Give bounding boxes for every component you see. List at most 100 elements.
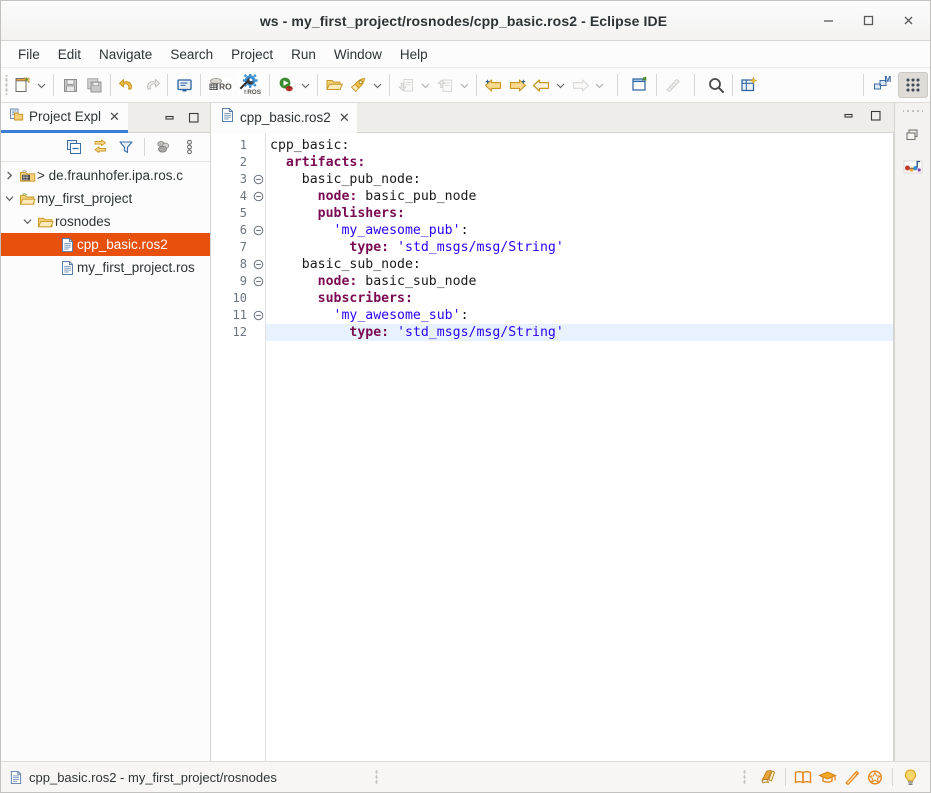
fold-collapse-icon[interactable] bbox=[251, 273, 265, 290]
chevron-down-icon[interactable] bbox=[457, 72, 472, 98]
book-icon[interactable] bbox=[791, 766, 815, 788]
grid-dots-icon[interactable] bbox=[898, 72, 928, 98]
back-star-arrow-icon[interactable] bbox=[481, 72, 505, 98]
code-line[interactable]: 'my_awesome_pub': bbox=[266, 222, 893, 239]
code-line[interactable]: basic_sub_node: bbox=[266, 256, 893, 273]
menu-navigate[interactable]: Navigate bbox=[90, 44, 161, 65]
minimize-icon[interactable] bbox=[842, 109, 855, 127]
close-icon[interactable]: ✕ bbox=[108, 109, 121, 125]
code-line[interactable]: subscribers: bbox=[266, 290, 893, 307]
chevron-down-icon[interactable] bbox=[370, 72, 385, 98]
save-icon[interactable] bbox=[58, 72, 82, 98]
chevron-down-icon[interactable] bbox=[592, 72, 607, 98]
menu-edit[interactable]: Edit bbox=[49, 44, 90, 65]
minimize-icon[interactable] bbox=[162, 111, 176, 125]
open-perspective-icon[interactable] bbox=[737, 72, 761, 98]
back-arrow-icon[interactable] bbox=[529, 72, 553, 98]
next-annotation-icon[interactable] bbox=[394, 72, 418, 98]
chevron-down-icon[interactable] bbox=[1, 193, 17, 204]
close-icon[interactable]: ✕ bbox=[339, 110, 350, 126]
toolbar-grip[interactable] bbox=[3, 75, 10, 95]
chevron-right-icon[interactable] bbox=[1, 170, 17, 181]
project-tree[interactable]: > de.fraunhofer.ipa.ros.c my_first_proje… bbox=[1, 162, 210, 751]
chevron-down-icon[interactable] bbox=[298, 72, 313, 98]
tree-item-cpp-basic-ros2[interactable]: cpp_basic.ros2 bbox=[1, 233, 210, 256]
console-icon[interactable] bbox=[172, 72, 196, 98]
save-all-icon[interactable] bbox=[82, 72, 106, 98]
help-circle-icon[interactable] bbox=[863, 766, 887, 788]
code-line[interactable]: cpp_basic: bbox=[266, 137, 893, 154]
file-icon bbox=[57, 237, 77, 253]
folding-ruler[interactable] bbox=[251, 133, 265, 761]
forward-arrow-icon[interactable] bbox=[568, 72, 592, 98]
debug-bug-icon[interactable] bbox=[274, 72, 298, 98]
menu-project[interactable]: Project bbox=[222, 44, 282, 65]
working-sets-icon[interactable] bbox=[150, 136, 176, 158]
code-line[interactable]: node: basic_pub_node bbox=[266, 188, 893, 205]
restore-view-icon[interactable] bbox=[900, 123, 926, 147]
redo-arrow-icon[interactable] bbox=[139, 72, 163, 98]
new-file-icon[interactable] bbox=[10, 72, 34, 98]
menu-help[interactable]: Help bbox=[391, 44, 437, 65]
link-editor-icon[interactable] bbox=[87, 136, 113, 158]
status-grip[interactable] bbox=[372, 769, 380, 785]
tree-item-my-first-project[interactable]: my_first_project bbox=[1, 187, 210, 210]
menu-run[interactable]: Run bbox=[282, 44, 325, 65]
source-page-icon[interactable] bbox=[756, 766, 780, 788]
chevron-down-icon[interactable] bbox=[418, 72, 433, 98]
tree-item-de-fraunhofer-ipa-ros[interactable]: > de.fraunhofer.ipa.ros.c bbox=[1, 164, 210, 187]
code-area[interactable]: cpp_basic: artifacts: basic_pub_node: no… bbox=[266, 133, 893, 761]
new-window-icon[interactable] bbox=[628, 72, 652, 98]
fold-collapse-icon[interactable] bbox=[251, 171, 265, 188]
menu-window[interactable]: Window bbox=[325, 44, 391, 65]
menu-search[interactable]: Search bbox=[161, 44, 222, 65]
search-icon[interactable] bbox=[704, 72, 728, 98]
chevron-down-icon[interactable] bbox=[553, 72, 568, 98]
window-minimize-button[interactable] bbox=[816, 9, 840, 33]
undo-arrow-icon[interactable] bbox=[115, 72, 139, 98]
tab-project-explorer[interactable]: Project Expl ✕ bbox=[1, 103, 128, 133]
previous-annotation-icon[interactable] bbox=[433, 72, 457, 98]
code-line[interactable]: publishers: bbox=[266, 205, 893, 222]
tab-cpp-basic-ros2[interactable]: cpp_basic.ros2 ✕ bbox=[211, 103, 357, 133]
menu-file[interactable]: File bbox=[9, 44, 49, 65]
ros-package-icon[interactable]: ROS bbox=[205, 72, 235, 98]
code-line[interactable]: type: 'std_msgs/msg/String' bbox=[266, 239, 893, 256]
code-line[interactable]: basic_pub_node: bbox=[266, 171, 893, 188]
view-menu-icon[interactable] bbox=[176, 136, 202, 158]
chevron-down-icon[interactable] bbox=[19, 216, 35, 227]
code-line[interactable]: node: basic_sub_node bbox=[266, 273, 893, 290]
code-line[interactable]: 'my_awesome_sub': bbox=[266, 307, 893, 324]
forward-star-arrow-icon[interactable] bbox=[505, 72, 529, 98]
maximize-icon[interactable] bbox=[869, 109, 882, 127]
project-explorer-hscrollbar[interactable] bbox=[1, 751, 210, 761]
ros-wrench-icon[interactable]: ROS bbox=[235, 72, 265, 98]
window-maximize-button[interactable] bbox=[856, 9, 880, 33]
magic-wand-icon[interactable] bbox=[839, 766, 863, 788]
tree-item-my-first-project-ros[interactable]: my_first_project.ros bbox=[1, 256, 210, 279]
code-line-highlighted[interactable]: type: 'std_msgs/msg/String' bbox=[266, 324, 893, 341]
maximize-icon[interactable] bbox=[186, 111, 200, 125]
ros-nodes-icon[interactable] bbox=[900, 155, 926, 179]
status-text: cpp_basic.ros2 - my_first_project/rosnod… bbox=[29, 769, 277, 785]
graduation-cap-icon[interactable] bbox=[815, 766, 839, 788]
right-fastview-bar bbox=[894, 103, 930, 761]
code-line[interactable]: artifacts: bbox=[266, 154, 893, 171]
tree-item-rosnodes[interactable]: rosnodes bbox=[1, 210, 210, 233]
fold-collapse-icon[interactable] bbox=[251, 222, 265, 239]
fold-collapse-icon[interactable] bbox=[251, 256, 265, 273]
window-close-button[interactable] bbox=[896, 9, 920, 33]
run-rocket-icon[interactable] bbox=[346, 72, 370, 98]
lightbulb-icon[interactable] bbox=[898, 766, 922, 788]
fold-collapse-icon[interactable] bbox=[251, 307, 265, 324]
fold-collapse-icon[interactable] bbox=[251, 188, 265, 205]
filter-funnel-icon[interactable] bbox=[113, 136, 139, 158]
status-grip[interactable] bbox=[741, 769, 748, 785]
chevron-down-icon[interactable] bbox=[34, 72, 49, 98]
modeling-m-icon[interactable]: M bbox=[868, 72, 898, 98]
collapse-all-icon[interactable] bbox=[61, 136, 87, 158]
open-folder-icon[interactable] bbox=[322, 72, 346, 98]
main-toolbar: ROS bbox=[1, 68, 930, 103]
fastview-grip[interactable] bbox=[902, 107, 923, 115]
ruler-icon[interactable] bbox=[661, 72, 685, 98]
